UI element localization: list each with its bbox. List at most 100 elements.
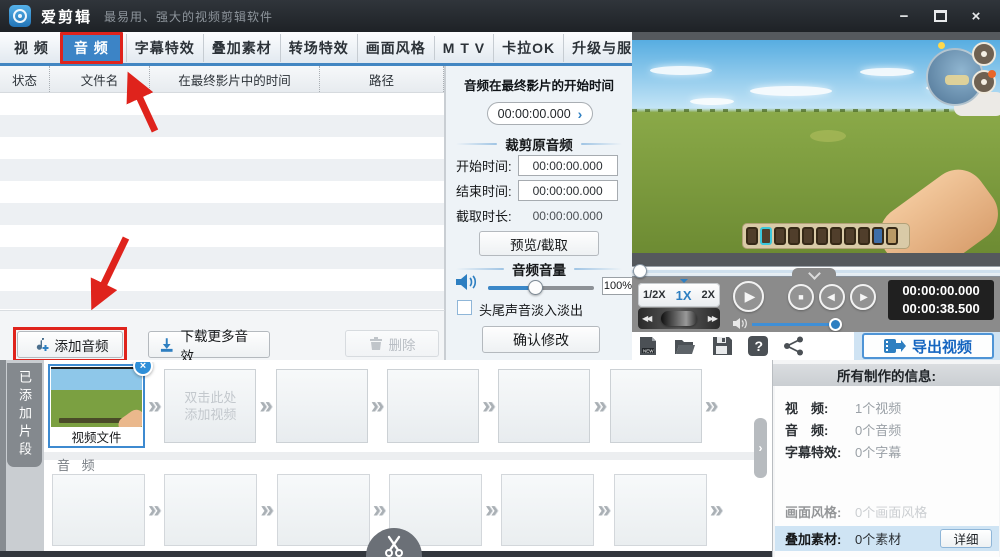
hotbar-slot xyxy=(802,227,814,245)
speed-selector: 1/2X 1X 2X xyxy=(638,278,720,312)
info-row-picture-style: 画面风格: 0个画面风格 xyxy=(785,502,927,521)
app-subtitle: 最易用、强大的视频剪辑软件 xyxy=(104,9,274,24)
player-volume-handle[interactable] xyxy=(829,318,842,331)
info-row-overlays: 叠加素材: 0个素材 详细 xyxy=(775,526,999,551)
info-panel-body: 视 频: 1个视频 音 频: 0个音频 字幕特效: 0个字幕 画面风格: 0个画… xyxy=(775,386,999,557)
timeline-area: 已添加片段 视频文件 × » 双击此处 添加视频 » » » » » 音 频 »… xyxy=(0,360,772,557)
chevrons-icon: » xyxy=(482,392,496,419)
preview-trim-button[interactable]: 预览/截取 xyxy=(479,231,599,256)
added-clips-tab[interactable]: 已添加片段 xyxy=(7,363,42,467)
delete-button[interactable]: 删除 xyxy=(345,330,439,357)
empty-video-slot[interactable] xyxy=(498,369,591,443)
playback-progress-handle[interactable] xyxy=(633,264,647,278)
tab-audio[interactable]: 音 频 xyxy=(59,31,123,64)
player-volume-icon xyxy=(733,318,747,329)
hotbar-slot xyxy=(746,227,758,245)
empty-audio-slot[interactable] xyxy=(276,474,370,546)
step-forward-button[interactable]: ▶ xyxy=(850,284,876,310)
export-video-button[interactable]: 导出视频 xyxy=(862,333,994,359)
column-filename[interactable]: 文件名 xyxy=(50,66,150,92)
column-status[interactable]: 状态 xyxy=(0,66,50,92)
tab-overlay-materials[interactable]: 叠加素材 xyxy=(202,33,280,62)
jog-right-icon[interactable]: ▶▶ xyxy=(708,314,718,323)
video-preview[interactable] xyxy=(632,40,1000,253)
window-controls: − × xyxy=(894,6,986,26)
empty-video-slot[interactable] xyxy=(609,369,702,443)
empty-video-slot[interactable] xyxy=(275,369,368,443)
chevrons-icon: » xyxy=(260,496,274,523)
volume-slider-handle[interactable] xyxy=(528,280,543,295)
project-info-panel: 所有制作的信息: 视 频: 1个视频 音 频: 0个音频 字幕特效: 0个字幕 … xyxy=(772,360,1000,557)
help-icon[interactable]: ? xyxy=(746,336,770,356)
chevrons-icon: » xyxy=(704,392,719,419)
remove-clip-button[interactable]: × xyxy=(133,362,153,376)
hotbar-slot xyxy=(844,227,856,245)
title-bar: 爱剪辑 最易用、强大的视频剪辑软件 − × xyxy=(0,0,1000,32)
empty-video-slot[interactable]: 双击此处 添加视频 xyxy=(164,369,257,443)
volume-value: 100% xyxy=(602,277,634,295)
tab-picture-style[interactable]: 画面风格 xyxy=(356,33,434,62)
info-row-video: 视 频: 1个视频 xyxy=(785,398,901,417)
trash-icon xyxy=(369,337,382,350)
save-project-icon[interactable] xyxy=(710,336,734,356)
column-time-in-film[interactable]: 在最终影片中的时间 xyxy=(150,66,320,92)
download-more-button[interactable]: 下载更多音效 xyxy=(148,329,270,364)
speed-1x-button[interactable]: 1X xyxy=(676,278,692,312)
column-path[interactable]: 路径 xyxy=(320,66,444,92)
maximize-button[interactable] xyxy=(930,6,950,26)
empty-audio-slot[interactable] xyxy=(501,474,595,546)
share-icon[interactable] xyxy=(782,336,806,356)
app-title: 爱剪辑 xyxy=(41,8,93,26)
time-display: 00:00:00.000 00:00:38.500 xyxy=(888,280,994,320)
chevron-right-icon[interactable]: › xyxy=(578,107,583,121)
tab-subtitle-effects[interactable]: 字幕特效 xyxy=(125,33,203,62)
trim-end-input[interactable]: 00:00:00.000 xyxy=(517,180,618,201)
app-window: 爱剪辑 最易用、强大的视频剪辑软件 − × 视 频 音 频 字幕特效 叠加素材 … xyxy=(0,0,1000,557)
tab-mtv[interactable]: M T V xyxy=(433,35,493,60)
empty-video-slot[interactable] xyxy=(387,369,480,443)
jog-wheel[interactable]: ◀◀ ▶▶ xyxy=(638,308,720,329)
chevrons-icon: » xyxy=(593,392,607,419)
trim-duration-label: 截取时长: xyxy=(456,209,512,224)
empty-audio-slot[interactable] xyxy=(613,474,707,546)
fade-in-out-checkbox[interactable] xyxy=(457,300,472,315)
empty-audio-slot[interactable] xyxy=(52,474,145,546)
trim-start-input[interactable]: 00:00:00.000 xyxy=(517,155,618,176)
stop-button[interactable]: ■ xyxy=(788,284,814,310)
tab-video[interactable]: 视 频 xyxy=(6,34,57,62)
video-clip[interactable]: 视频文件 × xyxy=(48,362,153,448)
speed-2x-button[interactable]: 2X xyxy=(702,289,715,301)
tab-transitions[interactable]: 转场特效 xyxy=(279,33,357,62)
info-value: 0个字幕 xyxy=(855,445,902,460)
chevrons-icon: » xyxy=(709,496,724,523)
step-back-button[interactable]: ◀ xyxy=(819,284,845,310)
new-project-icon[interactable]: NEW xyxy=(637,336,661,356)
audio-start-time-input[interactable]: 00:00:00.000 › xyxy=(487,102,593,125)
detail-button[interactable]: 详细 xyxy=(940,529,992,548)
jog-knob[interactable] xyxy=(661,311,697,326)
close-button[interactable]: × xyxy=(966,6,986,26)
minimize-button[interactable]: − xyxy=(894,6,914,26)
empty-audio-slot[interactable] xyxy=(164,474,258,546)
info-label: 叠加素材: xyxy=(785,532,842,547)
chevrons-icon: » xyxy=(259,392,273,419)
add-audio-button[interactable]: 添加音频 xyxy=(17,331,123,358)
info-row-audio: 音 频: 0个音频 xyxy=(785,420,901,439)
speed-half-button[interactable]: 1/2X xyxy=(643,289,666,301)
table-body-empty[interactable] xyxy=(0,93,444,309)
collapse-handle[interactable] xyxy=(792,268,836,277)
jog-left-icon[interactable]: ◀◀ xyxy=(642,314,652,323)
player-volume-slider[interactable] xyxy=(752,323,838,326)
trim-start-row: 开始时间: 00:00:00.000 xyxy=(456,155,618,176)
confirm-changes-button[interactable]: 确认修改 xyxy=(482,326,600,353)
timeline-scrollbar[interactable]: › xyxy=(754,418,767,478)
hotbar-item xyxy=(872,227,884,245)
hotbar-item xyxy=(886,227,898,245)
tab-karaoke[interactable]: 卡拉OK xyxy=(493,33,563,62)
trim-end-row: 结束时间: 00:00:00.000 xyxy=(456,180,618,201)
add-video-hint-line2: 添加视频 xyxy=(184,407,237,422)
play-button[interactable]: ▶ xyxy=(733,281,764,312)
open-project-icon[interactable] xyxy=(673,336,697,356)
volume-section-label: 音频音量 xyxy=(512,263,566,278)
trim-section-label: 裁剪原音频 xyxy=(505,138,573,153)
